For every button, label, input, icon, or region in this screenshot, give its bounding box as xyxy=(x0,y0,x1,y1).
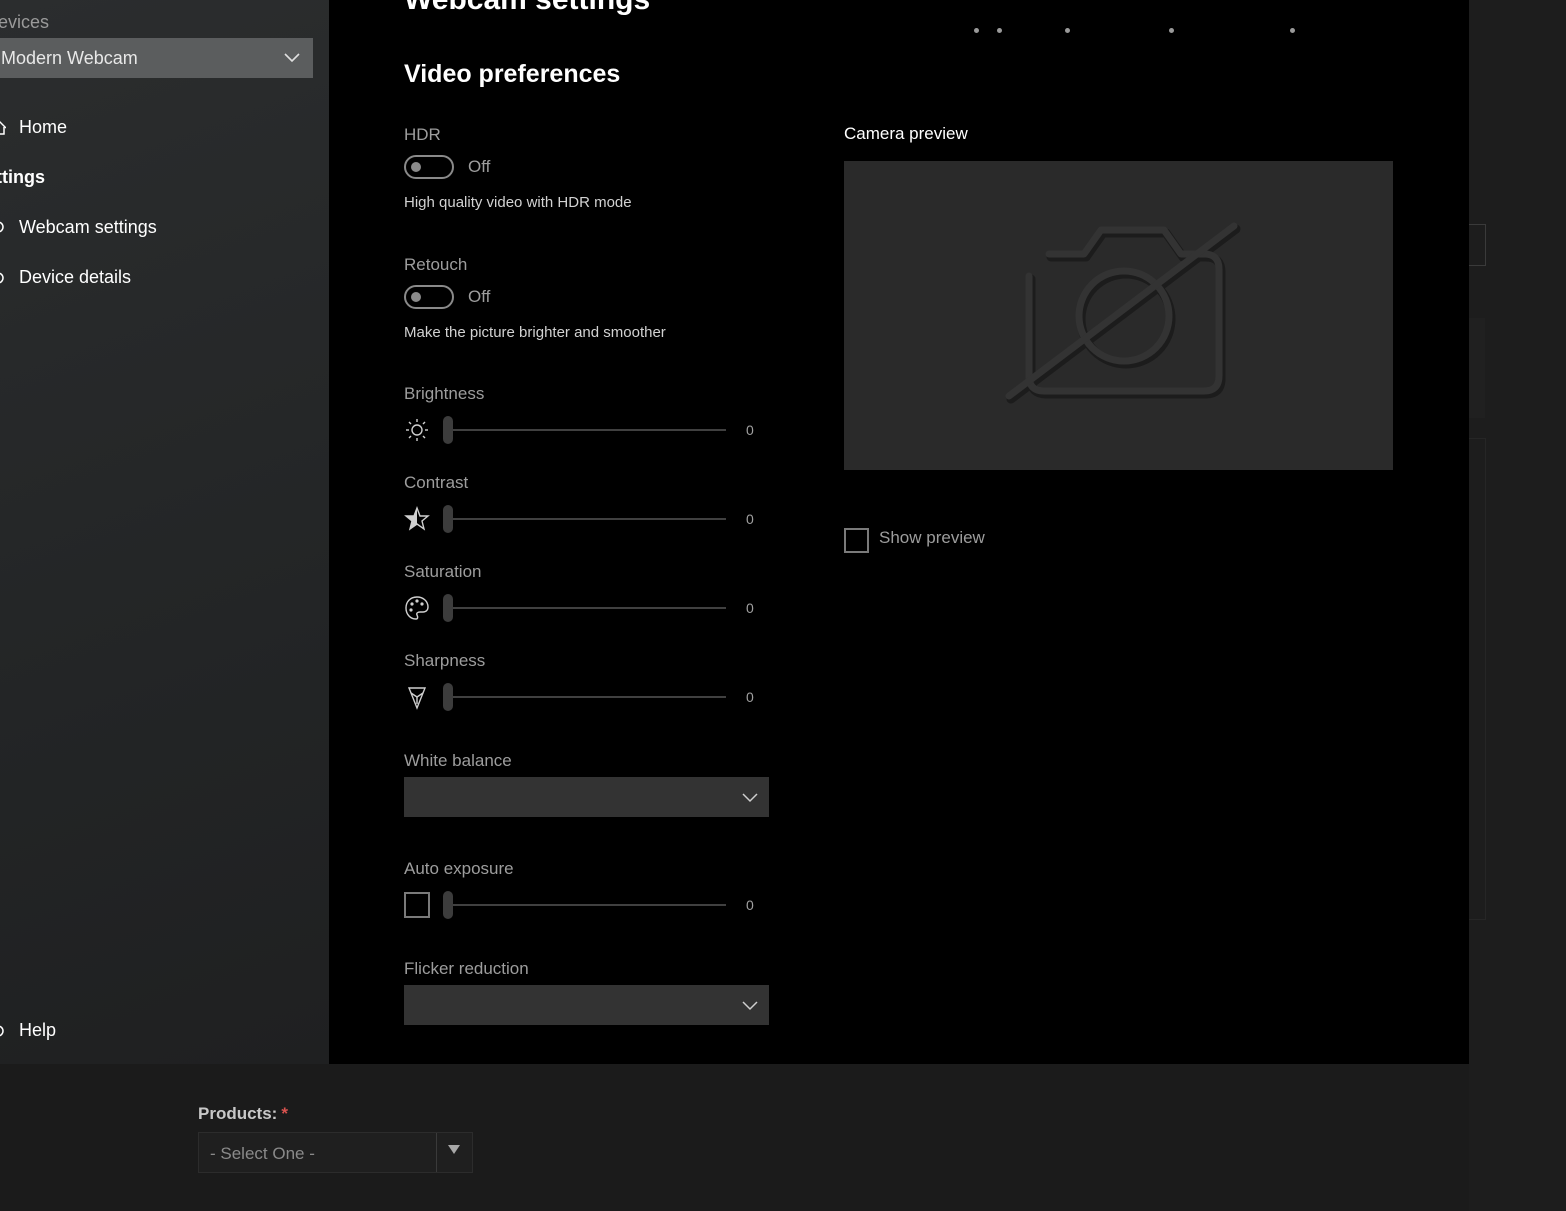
loading-dot xyxy=(997,28,1002,33)
palette-icon xyxy=(405,596,429,620)
sharpness-slider-thumb[interactable] xyxy=(443,683,453,711)
contrast-slider-thumb[interactable] xyxy=(443,505,453,533)
sidebar-item-label: Help xyxy=(19,1020,57,1040)
hdr-toggle[interactable] xyxy=(404,155,454,179)
show-preview-checkbox[interactable] xyxy=(844,528,869,553)
hdr-description: High quality video with HDR mode xyxy=(404,194,632,211)
retouch-state: Off xyxy=(468,287,491,306)
show-preview-label: Show preview xyxy=(879,528,985,547)
toggle-knob xyxy=(411,162,421,172)
caret-down-icon xyxy=(448,1145,460,1154)
chevron-down-icon xyxy=(742,1001,758,1011)
products-select-arrow-button[interactable] xyxy=(436,1133,472,1172)
auto-exposure-row: 0 xyxy=(404,890,764,920)
products-select[interactable]: - Select One - xyxy=(198,1132,473,1173)
white-balance-dropdown[interactable] xyxy=(404,777,769,817)
star-icon xyxy=(404,506,430,531)
brightness-label: Brightness xyxy=(404,384,485,403)
hdr-label: HDR xyxy=(404,125,441,144)
brightness-value: 0 xyxy=(746,422,754,438)
products-select-placeholder: - Select One - xyxy=(210,1144,315,1163)
chevron-down-icon xyxy=(284,53,300,63)
help-icon xyxy=(0,1025,4,1037)
sharpness-slider-row: 0 xyxy=(404,682,764,712)
toggle-knob xyxy=(411,292,421,302)
flicker-reduction-label: Flicker reduction xyxy=(404,959,529,978)
background-panel xyxy=(1469,318,1485,418)
sidebar-section-settings: ttings xyxy=(0,167,45,187)
camera-preview-label: Camera preview xyxy=(844,124,968,143)
flicker-reduction-dropdown[interactable] xyxy=(404,985,769,1025)
section-heading: Video preferences xyxy=(404,60,621,88)
camera-off-icon xyxy=(1005,222,1241,404)
saturation-label: Saturation xyxy=(404,562,482,581)
retouch-label: Retouch xyxy=(404,255,468,274)
saturation-value: 0 xyxy=(746,600,754,616)
background-panel xyxy=(1469,438,1486,920)
devices-label: evices xyxy=(0,12,50,32)
contrast-label: Contrast xyxy=(404,473,469,492)
required-marker: * xyxy=(281,1104,288,1123)
auto-exposure-checkbox[interactable] xyxy=(404,892,430,918)
loading-dot xyxy=(1169,28,1174,33)
camera-preview xyxy=(844,161,1393,470)
hdr-state: Off xyxy=(468,157,491,176)
retouch-toggle[interactable] xyxy=(404,285,454,309)
saturation-slider-thumb[interactable] xyxy=(443,594,453,622)
sharpness-icon xyxy=(407,687,427,710)
main-panel: Webcam settings Video preferences HDR Of… xyxy=(329,0,1469,1064)
device-select[interactable]: Modern Webcam xyxy=(0,38,313,78)
home-icon xyxy=(0,120,6,135)
chevron-down-icon xyxy=(742,793,758,803)
camera-icon xyxy=(0,221,4,233)
exposure-slider-track[interactable] xyxy=(444,904,726,906)
sharpness-slider-track[interactable] xyxy=(444,696,726,698)
brightness-slider-track[interactable] xyxy=(444,429,726,431)
loading-dot xyxy=(1065,28,1070,33)
brightness-slider-row: 0 xyxy=(404,415,764,445)
device-select-value: Modern Webcam xyxy=(1,48,138,68)
loading-dot xyxy=(974,28,979,33)
sidebar-item-label: Home xyxy=(19,117,68,137)
saturation-slider-track[interactable] xyxy=(444,607,726,609)
sharpness-label: Sharpness xyxy=(404,651,486,670)
saturation-slider-row: 0 xyxy=(404,593,764,623)
info-icon xyxy=(0,272,4,284)
brightness-slider-thumb[interactable] xyxy=(443,416,453,444)
contrast-slider-track[interactable] xyxy=(444,518,726,520)
page-title: Webcam settings xyxy=(404,0,650,17)
auto-exposure-label: Auto exposure xyxy=(404,859,514,878)
contrast-value: 0 xyxy=(746,511,754,527)
products-label: Products: * xyxy=(198,1104,288,1124)
screen: Products: * - Select One - evices Modern … xyxy=(0,0,1566,1211)
white-balance-label: White balance xyxy=(404,751,512,770)
sun-icon xyxy=(406,419,428,441)
background-field xyxy=(1469,224,1486,266)
exposure-slider-thumb[interactable] xyxy=(443,891,453,919)
sidebar-item-label: Webcam settings xyxy=(19,217,157,237)
sidebar-item-label: Device details xyxy=(19,267,132,287)
contrast-slider-row: 0 xyxy=(404,504,764,534)
exposure-value: 0 xyxy=(746,897,754,913)
products-label-text: Products: xyxy=(198,1104,278,1123)
sharpness-value: 0 xyxy=(746,689,754,705)
retouch-description: Make the picture brighter and smoother xyxy=(404,324,666,341)
sidebar: evices Modern Webcam Home ttings Webcam … xyxy=(0,0,329,1064)
loading-dot xyxy=(1290,28,1295,33)
